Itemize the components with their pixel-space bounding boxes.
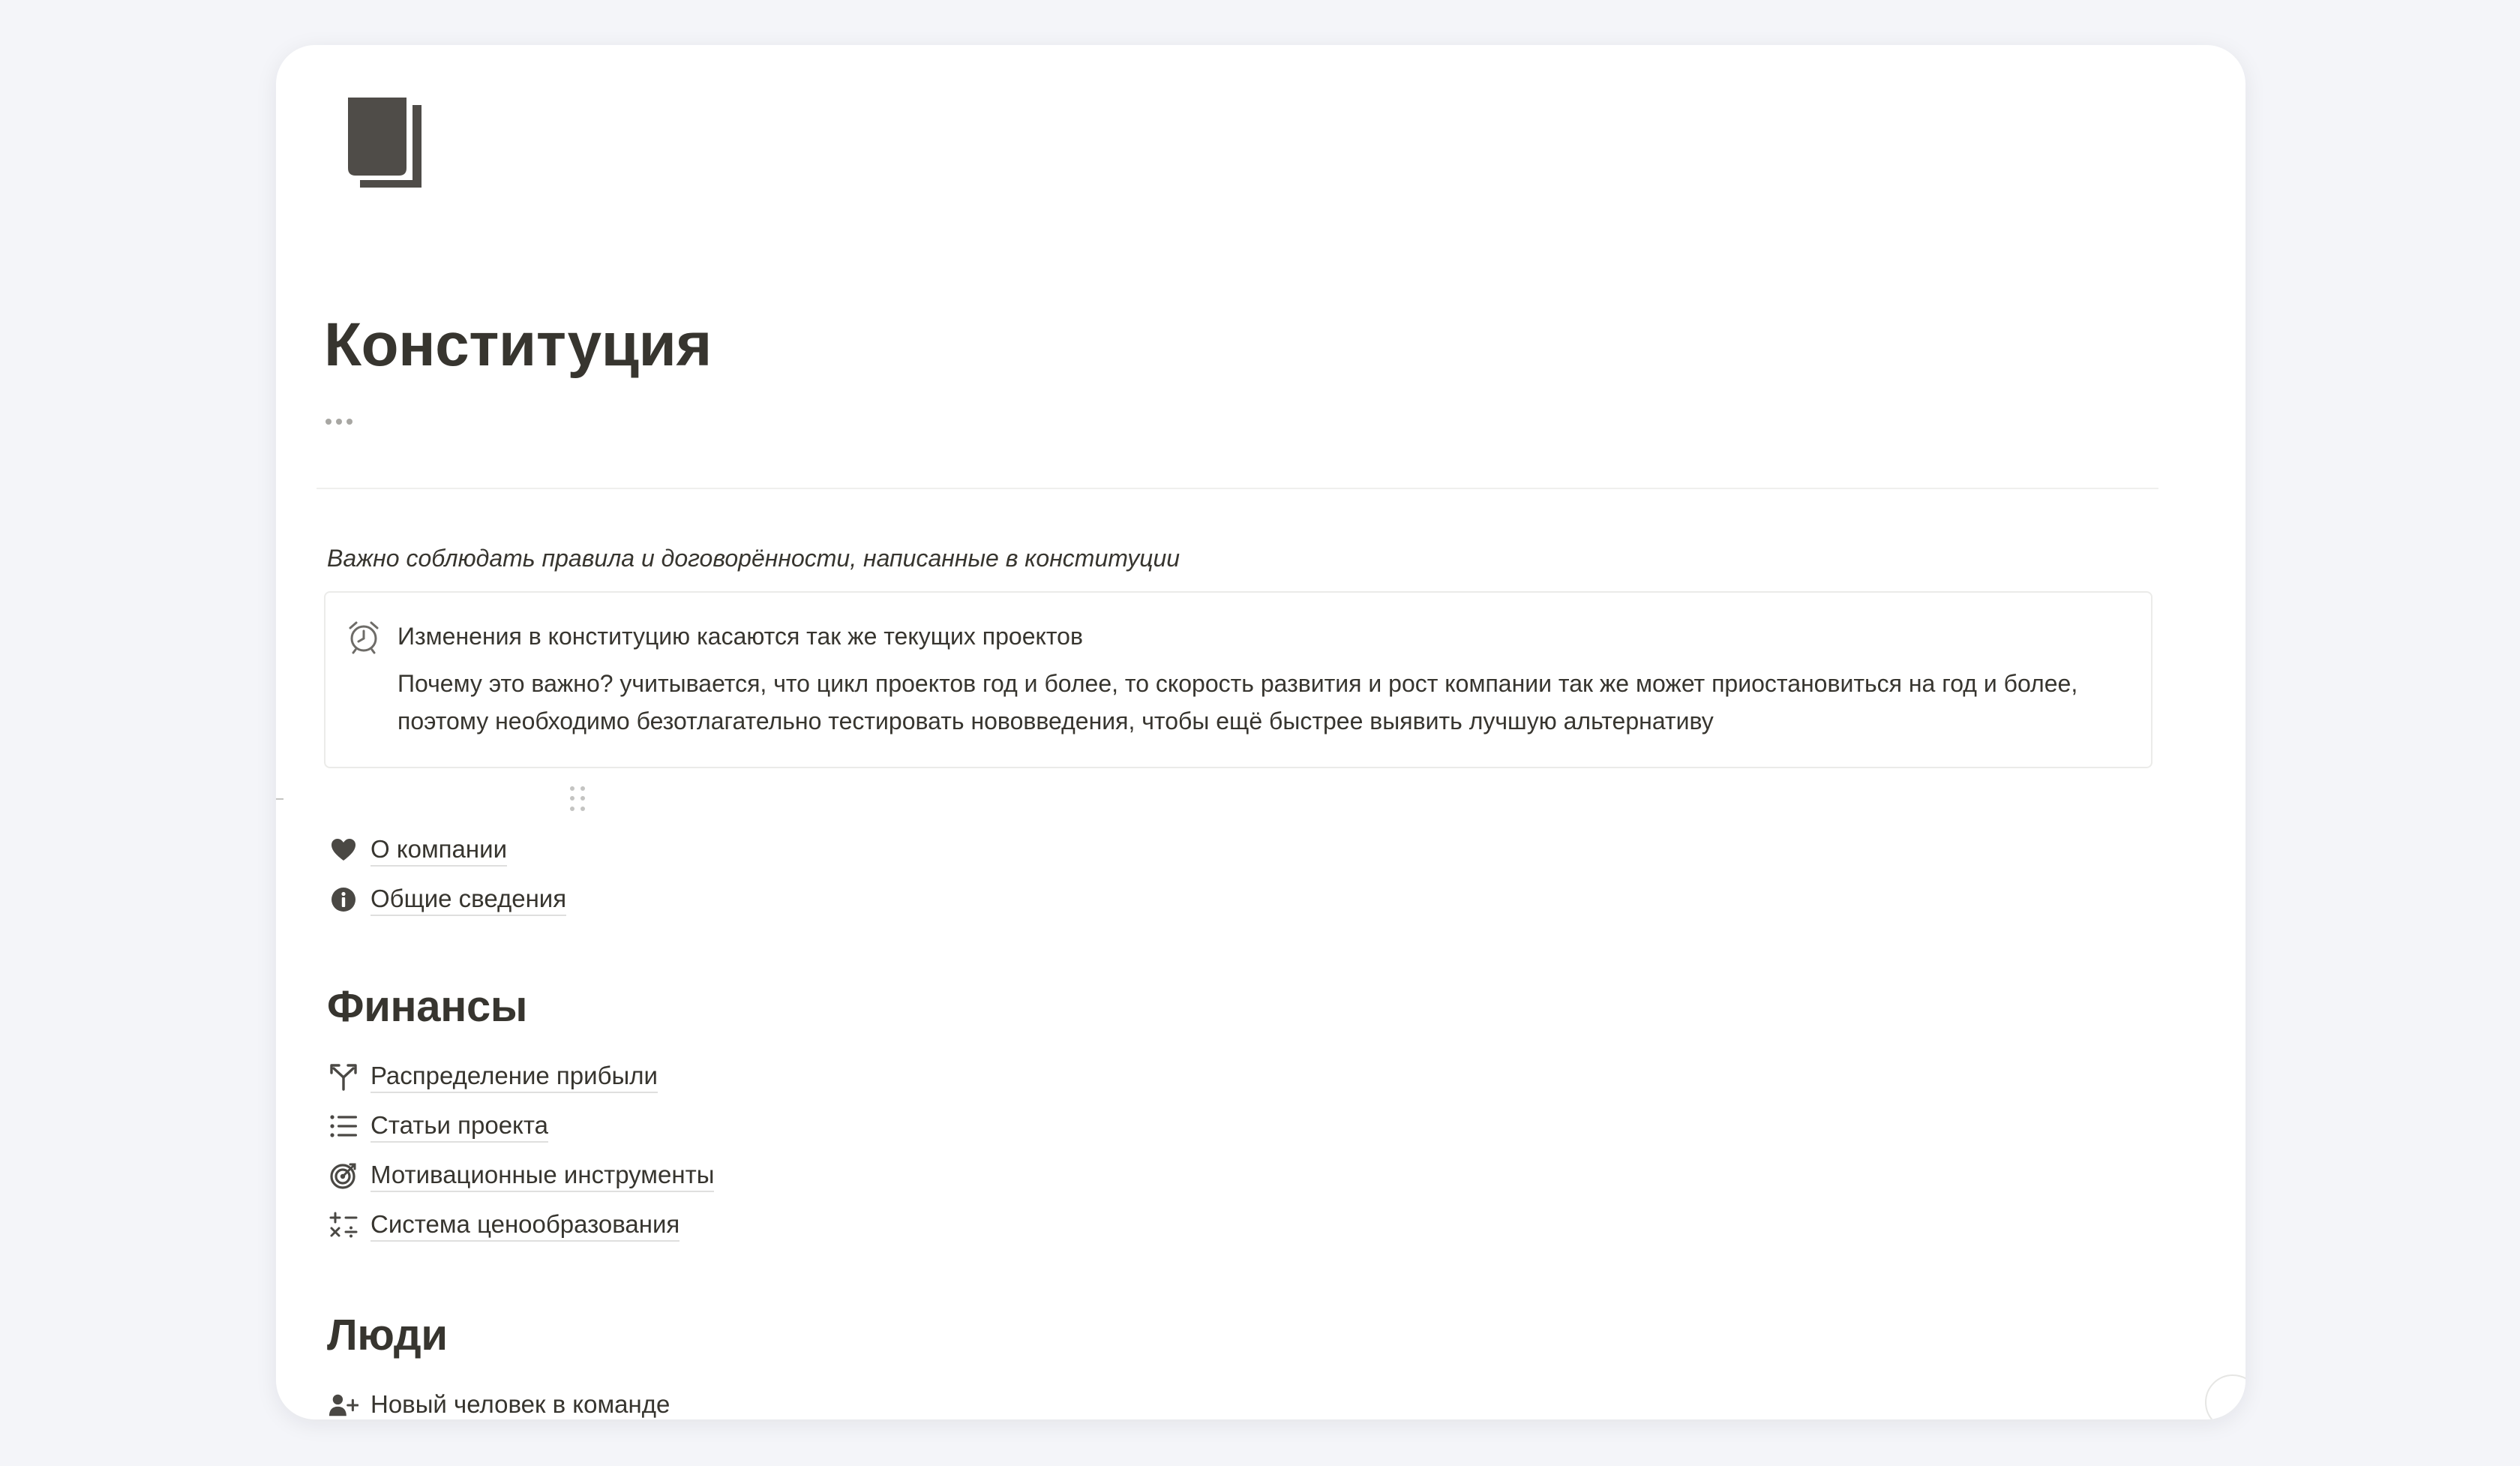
link-profit-distribution[interactable]: Распределение прибыли xyxy=(328,1052,1528,1101)
link-pricing-system[interactable]: Система ценообразования xyxy=(328,1200,1528,1250)
ellipsis-icon[interactable] xyxy=(326,411,363,432)
list-icon xyxy=(328,1111,358,1141)
alarm-clock-icon xyxy=(346,620,381,654)
drag-indicator xyxy=(276,798,284,800)
section-heading-people: Люди xyxy=(327,1311,448,1359)
callout-block: Изменения в конституцию касаются так же … xyxy=(324,591,2152,768)
general-links: О компании Общие сведения xyxy=(328,825,1528,924)
finance-links: Распределение прибыли Статьи проекта Мот… xyxy=(328,1052,1528,1250)
calculator-icon xyxy=(328,1210,358,1240)
link-new-team-member[interactable]: Новый человек в команде xyxy=(328,1380,1528,1419)
divider xyxy=(316,488,2158,489)
add-user-icon xyxy=(328,1390,358,1419)
callout-body: Почему это важно? учитывается, что цикл … xyxy=(398,670,2078,735)
target-icon xyxy=(328,1161,358,1191)
link-motivation-tools[interactable]: Мотивационные инструменты xyxy=(328,1151,1528,1200)
link-general-info[interactable]: Общие сведения xyxy=(328,875,1528,924)
info-icon xyxy=(328,885,358,915)
page-card: Конституция Важно соблюдать правила и до… xyxy=(276,45,2246,1419)
callout-title: Изменения в конституцию касаются так же … xyxy=(398,623,1083,650)
split-arrows-icon xyxy=(328,1062,358,1092)
page-title: Конституция xyxy=(324,311,712,379)
link-about-company[interactable]: О компании xyxy=(328,825,1528,875)
drag-handle-icon[interactable] xyxy=(570,786,588,812)
help-button[interactable] xyxy=(2205,1374,2246,1419)
heart-icon xyxy=(328,835,358,865)
people-links: Новый человек в команде xyxy=(328,1380,1528,1419)
link-project-items[interactable]: Статьи проекта xyxy=(328,1101,1528,1151)
section-heading-finance: Финансы xyxy=(327,982,528,1031)
documents-icon[interactable] xyxy=(344,98,436,192)
intro-text: Важно соблюдать правила и договорённости… xyxy=(327,545,1180,572)
